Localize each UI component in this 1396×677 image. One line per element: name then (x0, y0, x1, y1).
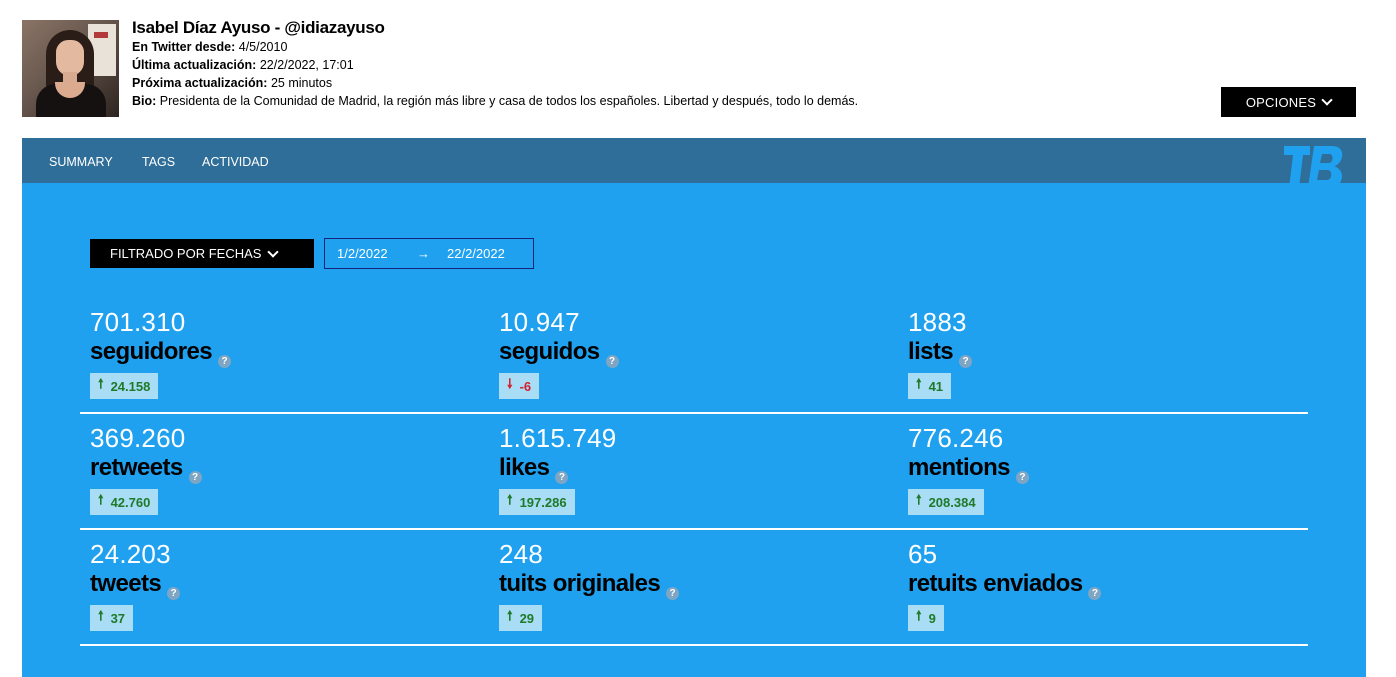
arrow-up-icon: 🠕 (507, 608, 513, 623)
twitter-since-label: En Twitter desde: (132, 40, 236, 54)
stat-label: likes (499, 454, 550, 481)
options-label: OPCIONES (1245, 94, 1317, 110)
twitter-since-value: 4/5/2010 (238, 40, 288, 54)
arrow-up-icon: 🠕 (98, 608, 104, 623)
stats-row: 24.203 tweets? 🠕 37 248 tuits originales?… (80, 530, 1308, 646)
stats-row: 701.310 seguidores? 🠕 24.158 10.947 segui… (80, 307, 1308, 414)
next-update-value: 25 minutos (270, 76, 333, 90)
stats-panel: FILTRADO POR FECHAS 1/2/2022 → 22/2/2022… (22, 183, 1366, 677)
next-update: Próxima actualización: 25 minutos (132, 74, 858, 92)
arrow-up-icon: 🠕 (916, 608, 922, 623)
stat-value: 1883 (908, 307, 967, 337)
arrow-right-icon: → (417, 246, 430, 261)
arrow-down-icon: 🠗 (507, 376, 513, 391)
stat-label: retuits enviados (908, 570, 1083, 597)
help-icon[interactable]: ? (959, 355, 973, 368)
change-value: 37 (110, 610, 126, 626)
last-update-value: 22/2/2022, 17:01 (259, 58, 354, 72)
arrow-up-icon: 🠕 (916, 492, 922, 507)
bio-value: Presidenta de la Comunidad de Madrid, la… (159, 94, 859, 108)
change-badge: 🠕 37 (90, 605, 134, 631)
stat-label: seguidores (90, 338, 213, 365)
change-badge: 🠕 41 (908, 373, 952, 399)
stat-value: 1.615.749 (499, 423, 617, 453)
tab-actividad[interactable]: ACTIVIDAD (202, 155, 269, 169)
stat-value: 369.260 (90, 423, 186, 453)
change-badge: 🠕 42.760 (90, 489, 159, 515)
stat-value: 701.310 (90, 307, 186, 337)
change-value: 29 (519, 610, 535, 626)
stat-likes: 1.615.749 likes? 🠕 197.286 (499, 423, 899, 515)
stat-label: seguidos (499, 338, 600, 365)
change-badge: 🠕 197.286 (499, 489, 575, 515)
stat-label: tweets (90, 570, 162, 597)
change-badge: 🠕 29 (499, 605, 543, 631)
stat-seguidores: 701.310 seguidores? 🠕 24.158 (90, 307, 490, 399)
arrow-up-icon: 🠕 (916, 376, 922, 391)
change-badge: 🠕 9 (908, 605, 944, 631)
change-badge: 🠕 24.158 (90, 373, 159, 399)
help-icon[interactable]: ? (605, 355, 619, 368)
profile-name: Isabel Díaz Ayuso - @idiazayuso (132, 18, 385, 37)
profile-info: Isabel Díaz Ayuso - @idiazayuso En Twitt… (132, 18, 858, 110)
stat-label: mentions (908, 454, 1010, 481)
stat-value: 776.246 (908, 423, 1004, 453)
tab-summary[interactable]: SUMMARY (49, 155, 113, 169)
stat-retweets: 369.260 retweets? 🠕 42.760 (90, 423, 490, 515)
bio-label: Bio: (132, 94, 157, 108)
bio: Bio: Presidenta de la Comunidad de Madri… (132, 92, 858, 110)
date-range-input[interactable]: 1/2/2022 → 22/2/2022 (324, 238, 534, 269)
stat-value: 10.947 (499, 307, 580, 337)
arrow-up-icon: 🠕 (98, 492, 104, 507)
stat-label: retweets (90, 454, 183, 481)
last-update-label: Última actualización: (132, 58, 257, 72)
help-icon[interactable]: ? (555, 471, 569, 484)
arrow-up-icon: 🠕 (98, 376, 104, 391)
change-value: 24.158 (110, 378, 151, 394)
change-value: -6 (519, 378, 532, 394)
tweetbinder-logo-icon (1284, 146, 1343, 188)
help-icon[interactable]: ? (218, 355, 232, 368)
profile-header: Isabel Díaz Ayuso - @idiazayuso En Twitt… (22, 18, 1356, 120)
options-button[interactable]: OPCIONES (1221, 87, 1356, 117)
arrow-up-icon: 🠕 (507, 492, 513, 507)
change-value: 41 (928, 378, 944, 394)
stat-lists: 1883 lists? 🠕 41 (908, 307, 1308, 399)
change-value: 42.760 (110, 494, 151, 510)
tab-tags[interactable]: TAGS (142, 155, 175, 169)
change-value: 9 (928, 610, 936, 626)
stats-row: 369.260 retweets? 🠕 42.760 1.615.749 like… (80, 414, 1308, 530)
stats-grid: 701.310 seguidores? 🠕 24.158 10.947 segui… (80, 307, 1308, 646)
change-badge: 🠗 -6 (499, 373, 540, 399)
stat-label: lists (908, 338, 954, 365)
stat-mentions: 776.246 mentions? 🠕 208.384 (908, 423, 1308, 515)
help-icon[interactable]: ? (666, 587, 680, 600)
chevron-down-icon (1321, 94, 1333, 106)
date-to: 22/2/2022 (447, 246, 505, 261)
stat-value: 24.203 (90, 539, 171, 569)
last-update: Última actualización: 22/2/2022, 17:01 (132, 56, 858, 74)
avatar (22, 20, 119, 117)
stat-retuits-enviados: 65 retuits enviados? 🠕 9 (908, 539, 1308, 631)
stat-tweets: 24.203 tweets? 🠕 37 (90, 539, 490, 631)
stat-value: 65 (908, 539, 938, 569)
help-icon[interactable]: ? (167, 587, 181, 600)
stat-tuits-originales: 248 tuits originales? 🠕 29 (499, 539, 899, 631)
next-update-label: Próxima actualización: (132, 76, 268, 90)
change-value: 197.286 (519, 494, 567, 510)
change-badge: 🠕 208.384 (908, 489, 984, 515)
change-value: 208.384 (928, 494, 976, 510)
stat-value: 248 (499, 539, 543, 569)
date-from: 1/2/2022 (337, 246, 388, 261)
help-icon[interactable]: ? (188, 471, 202, 484)
help-icon[interactable]: ? (1015, 471, 1029, 484)
stat-label: tuits originales (499, 570, 661, 597)
stat-seguidos: 10.947 seguidos? 🠗 -6 (499, 307, 899, 399)
help-icon[interactable]: ? (1088, 587, 1102, 600)
twitter-since: En Twitter desde: 4/5/2010 (132, 38, 858, 56)
date-filter-label: FILTRADO POR FECHAS (110, 246, 262, 261)
chevron-down-icon (267, 245, 280, 258)
date-filter-button[interactable]: FILTRADO POR FECHAS (90, 239, 314, 268)
nav-bar: SUMMARY TAGS ACTIVIDAD (22, 138, 1366, 188)
